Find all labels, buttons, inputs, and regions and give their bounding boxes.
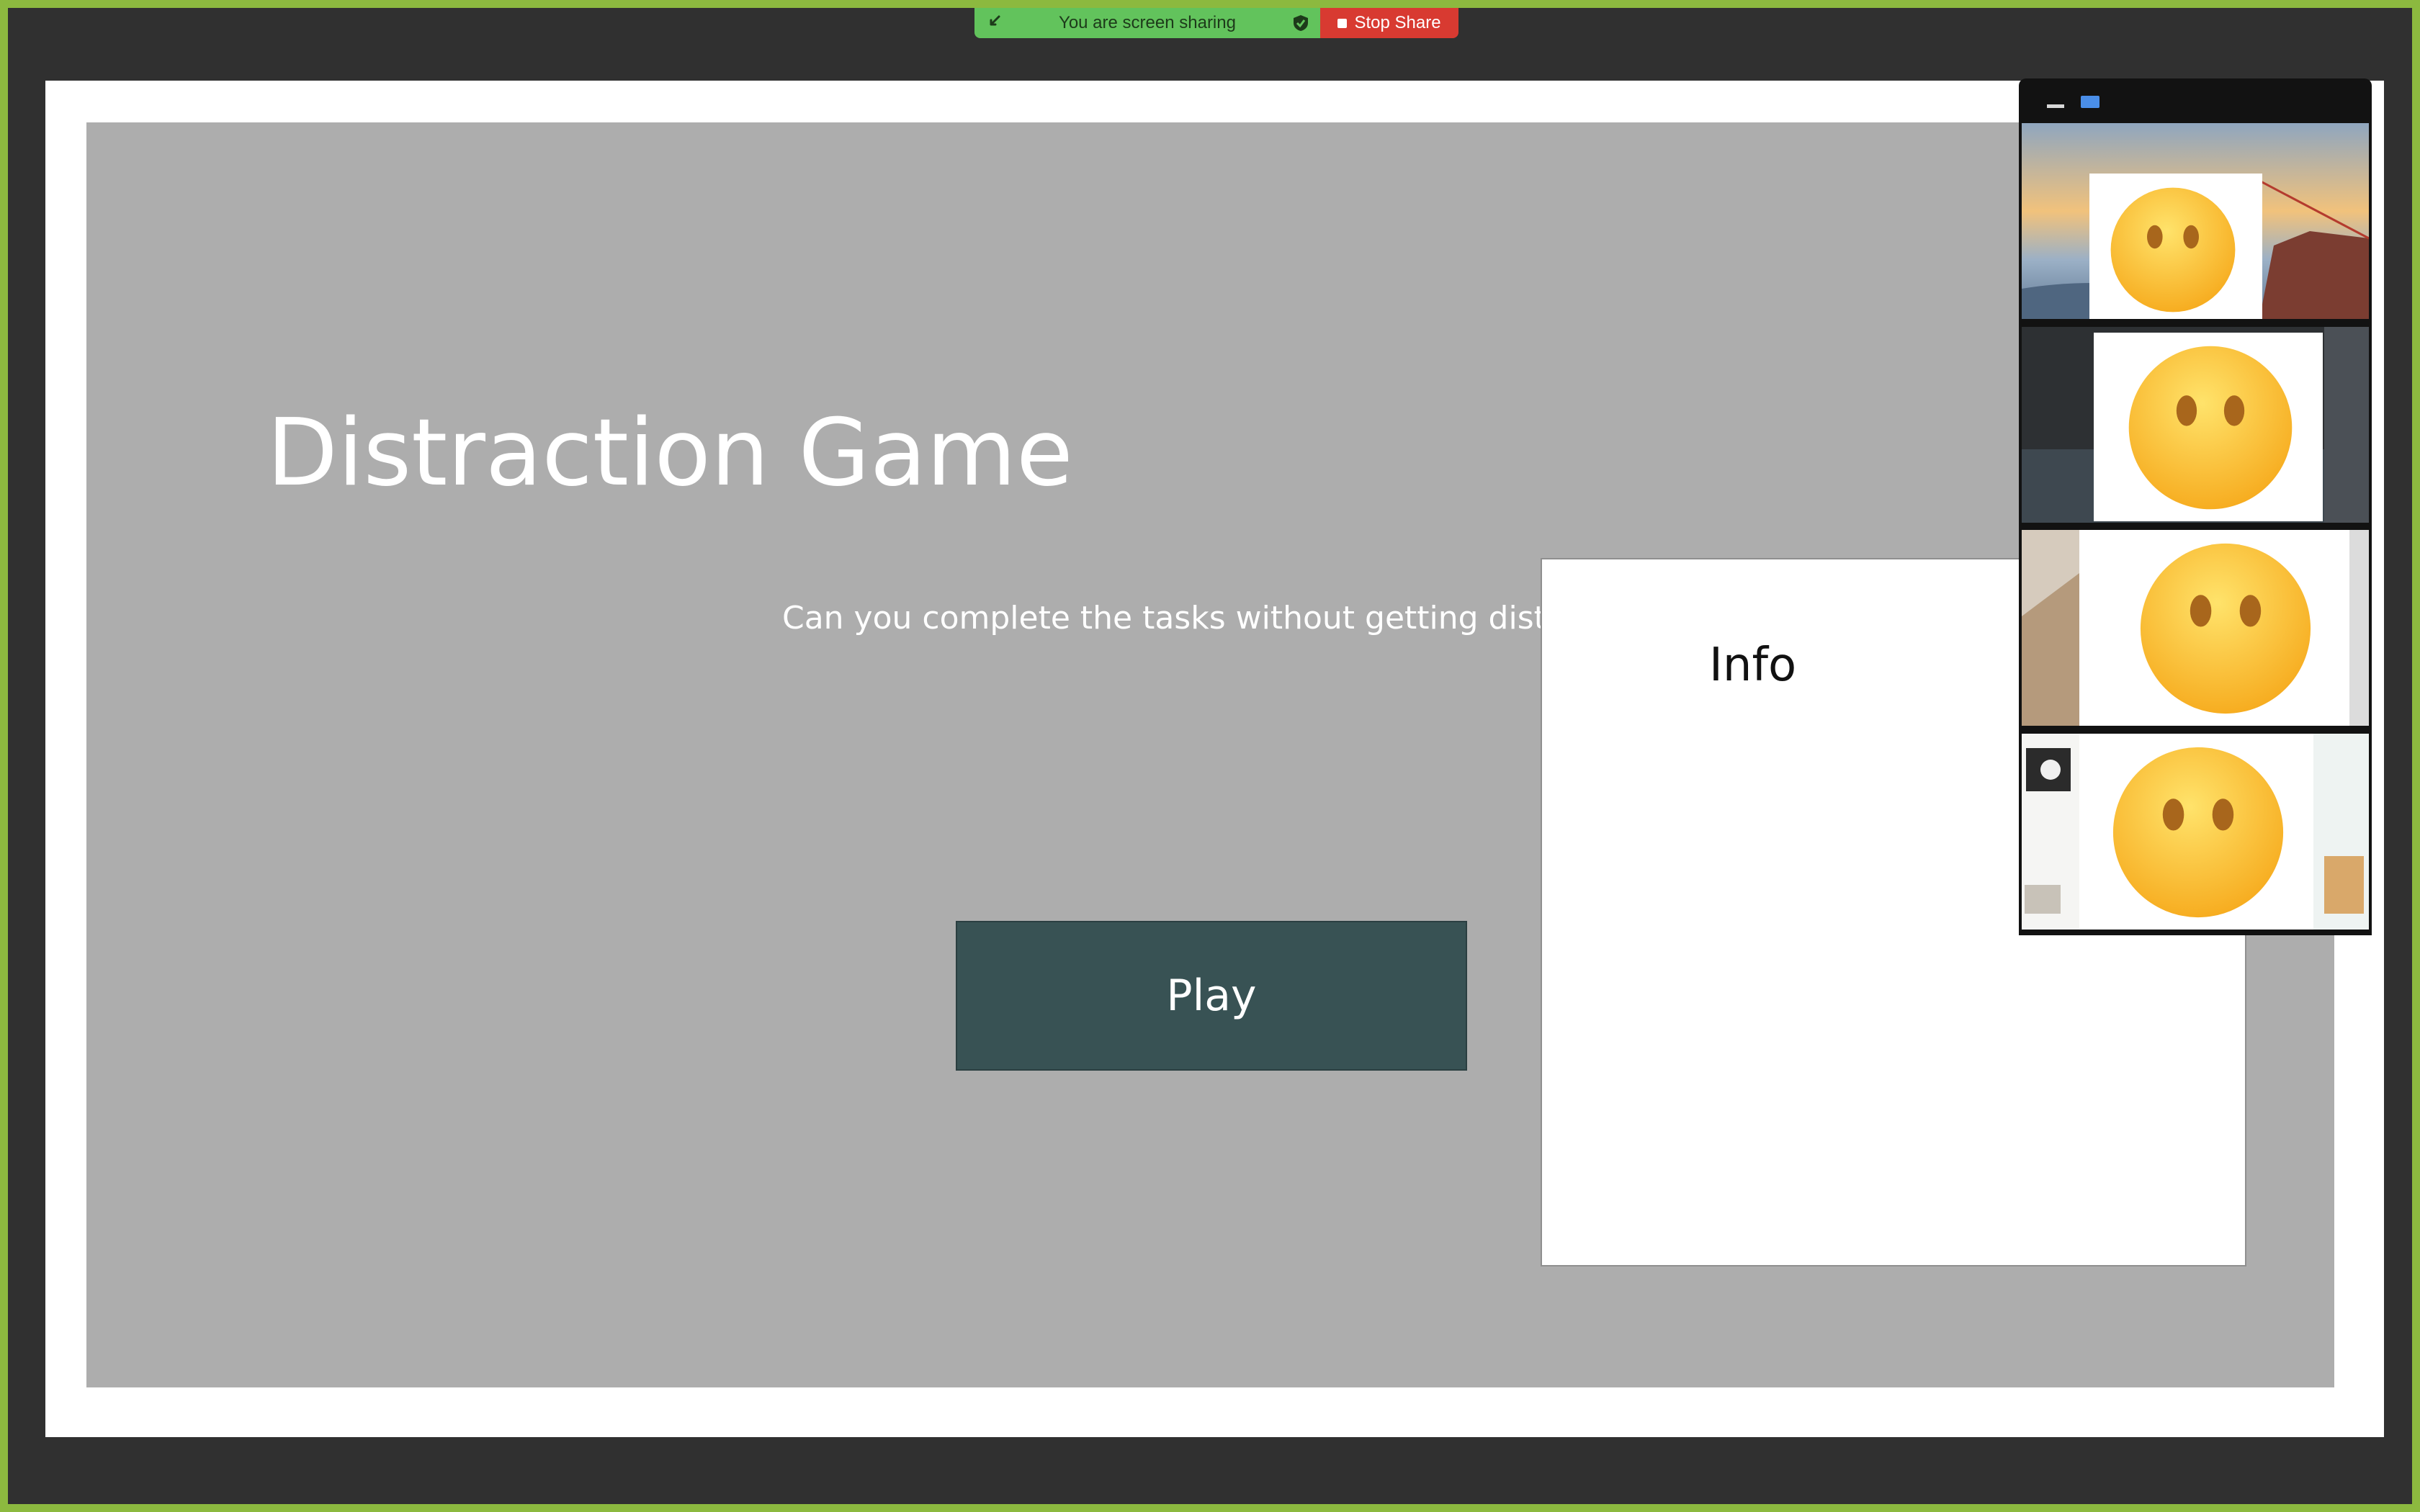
video-tile-participant-3[interactable] xyxy=(2022,530,2369,726)
video-tile-participant-2[interactable] xyxy=(2022,327,2369,523)
arrow-icon xyxy=(990,15,1000,26)
neutral-face-emoji-icon xyxy=(2140,543,2311,714)
screen-share-status-text: You are screen sharing xyxy=(1059,13,1236,32)
video-panel-toolbar xyxy=(2019,78,2372,123)
screen: You are screen sharing Stop Share Distra… xyxy=(0,0,2420,1512)
info-title: Info xyxy=(1709,639,1797,692)
stop-icon xyxy=(1337,18,1348,28)
stop-share-label: Stop Share xyxy=(1354,13,1441,32)
neutral-face-emoji-icon xyxy=(2128,346,2293,510)
gallery-layout-button[interactable] xyxy=(2081,96,2099,108)
game-title: Distraction Game xyxy=(266,400,1073,507)
screen-share-toolbar: You are screen sharing Stop Share xyxy=(974,8,1458,38)
game-slide: Distraction Game Can you complete the ta… xyxy=(86,122,2334,1387)
stop-share-button[interactable]: Stop Share xyxy=(1320,8,1458,38)
game-subtitle: Can you complete the tasks without getti… xyxy=(782,600,1559,636)
shield-check-icon xyxy=(1293,15,1308,31)
neutral-face-emoji-icon xyxy=(2110,187,2236,312)
screen-share-status[interactable]: You are screen sharing xyxy=(974,8,1320,38)
play-button[interactable]: Play xyxy=(956,921,1467,1071)
video-gallery-panel xyxy=(2019,78,2372,935)
video-tile-participant-4[interactable] xyxy=(2022,734,2369,930)
minimize-button[interactable] xyxy=(2047,104,2064,108)
video-tile-participant-1[interactable] xyxy=(2022,123,2369,319)
neutral-face-emoji-icon xyxy=(2112,747,2284,918)
